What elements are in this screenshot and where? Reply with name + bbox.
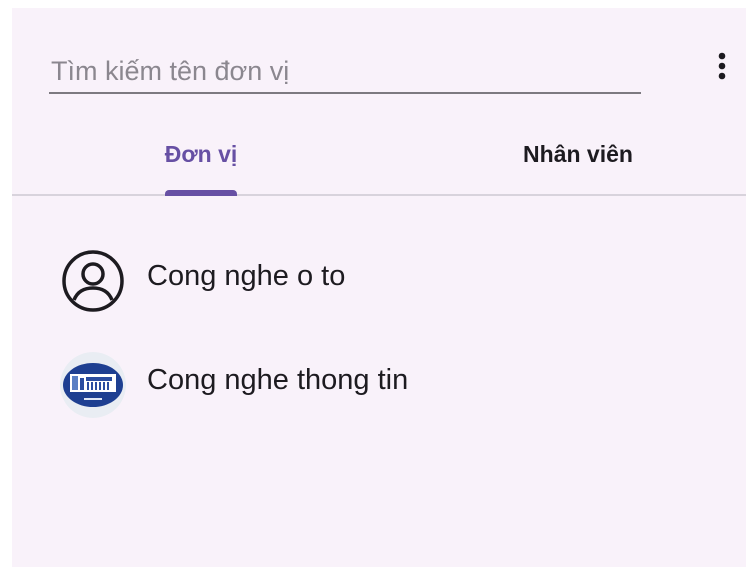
search-input[interactable]: [51, 54, 631, 88]
tab-units[interactable]: Đơn vị: [122, 126, 280, 194]
tab-staff[interactable]: Nhân viên: [480, 126, 676, 194]
tab-indicator: [165, 190, 237, 196]
search-bar: [49, 48, 641, 94]
tab-units-label: Đơn vị: [164, 141, 238, 167]
list-item[interactable]: Cong nghe o to: [12, 238, 746, 318]
tab-bar: Đơn vị Nhân viên: [12, 126, 746, 196]
list-item-label: Cong nghe o to: [147, 260, 346, 292]
more-options-button[interactable]: [708, 46, 736, 86]
building-logo-icon: [60, 352, 126, 418]
person-circle-icon: [60, 248, 126, 314]
app-screen: Đơn vị Nhân viên Cong nghe o to: [12, 8, 746, 567]
list-item[interactable]: Cong nghe thong tin: [12, 342, 746, 422]
more-vert-icon: [718, 52, 726, 80]
tab-staff-label: Nhân viên: [523, 141, 633, 167]
list-item-label: Cong nghe thong tin: [147, 364, 409, 396]
